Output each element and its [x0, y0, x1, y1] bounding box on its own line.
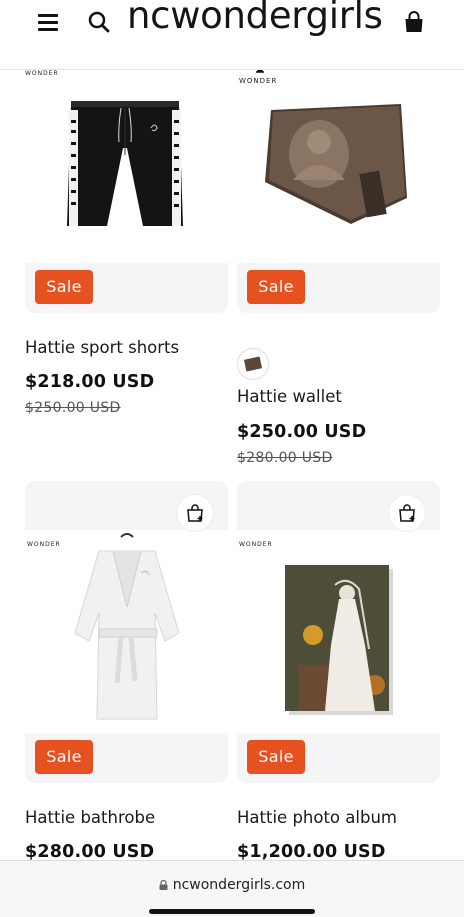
product-image-area[interactable]: WONDER Sale [25, 481, 228, 783]
color-swatch[interactable] [237, 348, 269, 380]
bathrobe-product-image [74, 533, 180, 720]
sale-badge: Sale [247, 740, 305, 774]
wallet-product-image [265, 104, 407, 224]
product-title[interactable]: Hattie wallet [237, 387, 342, 406]
add-to-bag-icon [399, 504, 415, 522]
url-text: ncwondergirls.com [172, 877, 306, 893]
wonder-brand-mark: WONDER [27, 541, 61, 548]
product-price: $1,200.00 USD [237, 842, 386, 862]
home-indicator[interactable] [149, 909, 315, 914]
browser-address-bar[interactable]: ncwondergirls.com [0, 860, 464, 917]
wonder-brand-mark: WONDER [239, 541, 273, 548]
shorts-product-image [67, 101, 183, 226]
search-icon[interactable] [87, 10, 111, 34]
product-price: $250.00 USD [237, 422, 367, 442]
product-compare-price: $280.00 USD [237, 450, 333, 466]
sale-badge: Sale [35, 270, 93, 304]
product-image-area[interactable]: WONDER Sale [25, 60, 228, 313]
lock-icon [159, 880, 168, 890]
product-price: $280.00 USD [25, 842, 155, 862]
wonder-brand-mark: WONDER [239, 77, 278, 85]
sale-badge: Sale [35, 740, 93, 774]
photo-album-product-image [285, 565, 393, 715]
product-title[interactable]: Hattie photo album [237, 808, 397, 827]
product-price: $218.00 USD [25, 372, 155, 392]
wonder-brand-mark: WONDER [25, 70, 59, 77]
product-title[interactable]: Hattie sport shorts [25, 338, 179, 357]
brand-logo[interactable]: ncwondergirls [127, 0, 383, 37]
product-compare-price: $250.00 USD [25, 400, 121, 416]
product-title[interactable]: Hattie bathrobe [25, 808, 155, 827]
shopping-bag-icon[interactable] [402, 10, 426, 34]
add-to-cart-button[interactable] [389, 495, 425, 531]
add-to-cart-button[interactable] [177, 495, 213, 531]
product-image-area[interactable]: WONDER Sale [237, 481, 440, 783]
add-to-bag-icon [187, 504, 203, 522]
site-header: ncwondergirls [0, 0, 464, 70]
sale-badge: Sale [247, 270, 305, 304]
product-image-area[interactable]: WONDER Sale [237, 60, 440, 313]
hamburger-menu-icon[interactable] [38, 13, 60, 31]
url-display[interactable]: ncwondergirls.com [0, 877, 464, 893]
